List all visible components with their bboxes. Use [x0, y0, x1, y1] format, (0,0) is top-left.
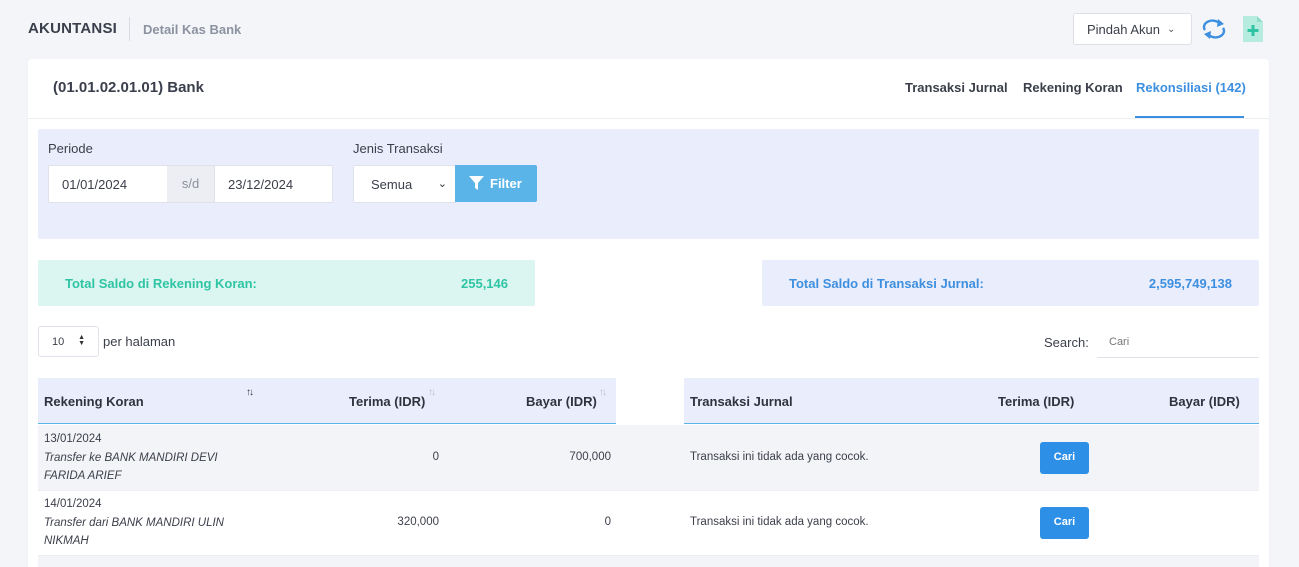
per-page-select[interactable]: 10 ▲ ▼	[38, 326, 99, 357]
sort-arrows-icon: ▲ ▼	[78, 334, 85, 347]
row-terima: 320,000	[397, 516, 439, 528]
saldo-jurnal-label: Total Saldo di Transaksi Jurnal:	[789, 276, 984, 291]
app-title: AKUNTANSI	[28, 20, 118, 37]
row-jurnal-status: Transaksi ini tidak ada yang cocok.	[690, 451, 869, 463]
per-page-value: 10	[52, 336, 65, 348]
sort-icon[interactable]: ↑↓	[599, 387, 607, 398]
cari-button[interactable]: Cari	[1040, 507, 1089, 539]
add-document-icon[interactable]	[1243, 16, 1263, 42]
saldo-koran-value: 255,146	[461, 276, 508, 291]
page-subtitle: Detail Kas Bank	[143, 22, 242, 37]
row-date: 14/01/2024	[44, 498, 102, 510]
periode-label: Periode	[48, 141, 93, 156]
date-to-input[interactable]: 23/12/2024	[214, 165, 333, 203]
header-terima-right: Terima (IDR)	[998, 394, 1075, 409]
jenis-transaksi-value: Semua	[371, 177, 413, 192]
search-input[interactable]	[1097, 327, 1259, 358]
table-row	[38, 556, 1259, 567]
account-title: (01.01.02.01.01) Bank	[53, 79, 204, 96]
row-description-line: Transfer dari BANK MANDIRI ULIN	[44, 517, 224, 529]
tab-rekening-koran[interactable]: Rekening Koran	[1023, 80, 1123, 95]
card-header: (01.01.02.01.01) Bank Transaksi Jurnal R…	[28, 59, 1269, 119]
switch-account-dropdown[interactable]: Pindah Akun ⌄	[1073, 13, 1192, 45]
title-divider	[129, 17, 130, 41]
refresh-icon[interactable]	[1200, 16, 1228, 42]
search-label: Search:	[1044, 335, 1089, 350]
row-description-line: NIKMAH	[44, 535, 89, 547]
filter-button[interactable]: Filter	[455, 165, 537, 202]
filter-button-label: Filter	[490, 176, 522, 191]
row-terima: 0	[432, 451, 439, 463]
row-description: Transfer dari BANK MANDIRI ULIN NIKMAH	[44, 514, 234, 550]
funnel-icon	[469, 176, 484, 190]
saldo-transaksi-jurnal: Total Saldo di Transaksi Jurnal: 2,595,7…	[762, 260, 1259, 306]
header-bayar-left[interactable]: Bayar (IDR)	[526, 394, 597, 409]
jenis-transaksi-label: Jenis Transaksi	[353, 141, 443, 156]
reconciliation-card: (01.01.02.01.01) Bank Transaksi Jurnal R…	[28, 59, 1269, 567]
date-range-separator: s/d	[167, 165, 214, 203]
cari-button[interactable]: Cari	[1040, 442, 1089, 474]
per-page-label: per halaman	[103, 334, 176, 349]
tab-rekonsiliasi[interactable]: Rekonsiliasi (142)	[1136, 80, 1246, 95]
header-terima-left[interactable]: Terima (IDR)	[349, 394, 425, 409]
saldo-rekening-koran: Total Saldo di Rekening Koran: 255,146	[38, 260, 535, 306]
chevron-down-icon: ⌄	[1167, 23, 1176, 35]
header-transaksi-jurnal: Transaksi Jurnal	[690, 394, 793, 409]
row-date: 13/01/2024	[44, 433, 102, 445]
saldo-koran-label: Total Saldo di Rekening Koran:	[65, 276, 257, 291]
switch-account-label: Pindah Akun	[1087, 21, 1161, 37]
row-bayar: 700,000	[569, 451, 611, 463]
row-bayar: 0	[604, 516, 611, 528]
sort-icon[interactable]: ↑↓	[246, 387, 254, 398]
header-bayar-right: Bayar (IDR)	[1169, 394, 1240, 409]
filter-panel: Periode Jenis Transaksi 01/01/2024 s/d 2…	[38, 129, 1259, 239]
row-description: Transfer ke BANK MANDIRI DEVI FARIDA ARI…	[44, 449, 234, 485]
row-description-line: FARIDA ARIEF	[44, 470, 122, 482]
row-description-line: Transfer ke BANK MANDIRI DEVI	[44, 452, 218, 464]
row-jurnal-status: Transaksi ini tidak ada yang cocok.	[690, 516, 869, 528]
date-from-input[interactable]: 01/01/2024	[48, 165, 168, 203]
saldo-jurnal-value: 2,595,749,138	[1148, 276, 1232, 291]
active-tab-indicator	[1135, 116, 1244, 118]
chevron-down-icon: ⌄	[437, 178, 447, 190]
tab-transaksi-jurnal[interactable]: Transaksi Jurnal	[905, 80, 1008, 95]
jenis-transaksi-select[interactable]: Semua ⌄	[353, 165, 456, 203]
sort-icon[interactable]: ↑↓	[428, 387, 436, 398]
header-rekening-koran[interactable]: Rekening Koran	[44, 394, 144, 409]
top-bar: AKUNTANSI Detail Kas Bank Pindah Akun ⌄	[0, 0, 1299, 58]
